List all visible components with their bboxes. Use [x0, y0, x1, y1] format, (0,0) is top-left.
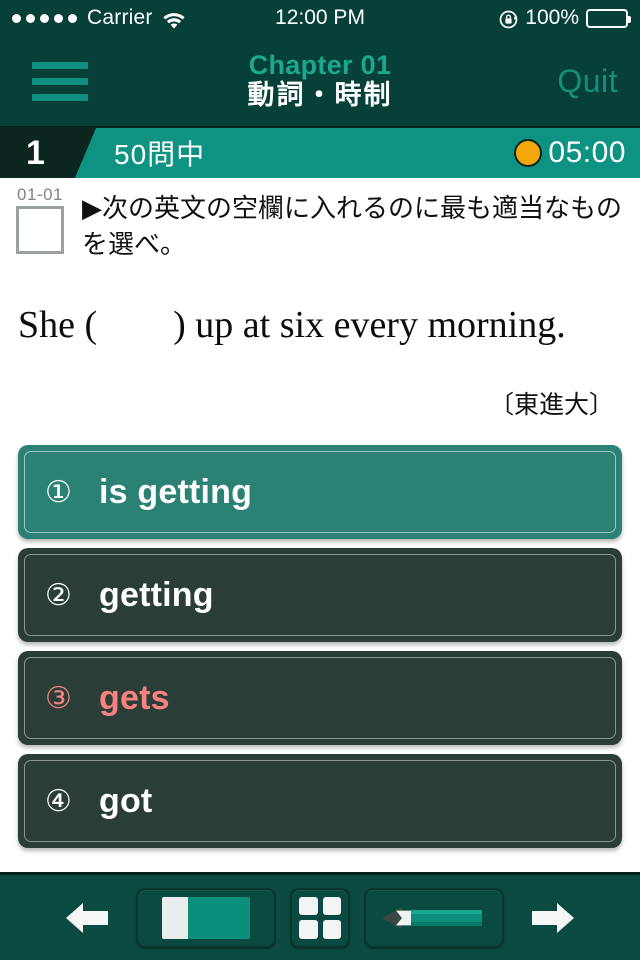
orange-circle-icon — [514, 139, 543, 167]
battery-icon — [586, 8, 631, 28]
status-bar: Carrier 12:00 PM 100% — [0, 0, 640, 36]
nav-bar: Chapter 01 動詞・時制 Quit — [0, 36, 640, 126]
choice-option-4[interactable]: ④ got — [18, 754, 622, 849]
app-root: Carrier 12:00 PM 100% Chapter 01 動詞・時制 Q… — [0, 0, 640, 960]
quit-button[interactable]: Quit — [557, 63, 618, 100]
choice-label: gets — [99, 678, 170, 717]
battery-percent-label: 100% — [525, 6, 579, 29]
question-bookmark-checkbox[interactable] — [16, 206, 64, 254]
choice-number: ① — [45, 474, 72, 510]
rotation-lock-icon — [499, 9, 518, 28]
question-number-value: 1 — [26, 133, 45, 172]
question-id-column: 01-01 — [12, 186, 82, 254]
status-bar-right: 100% — [499, 6, 631, 30]
arrow-right-icon[interactable] — [518, 899, 588, 937]
status-bar-left: Carrier — [12, 6, 185, 30]
wifi-icon — [162, 10, 185, 29]
choice-number: ④ — [45, 783, 72, 819]
choice-number: ② — [45, 577, 72, 613]
choice-label: getting — [99, 575, 214, 614]
choice-label: got — [99, 781, 153, 820]
choice-option-1[interactable]: ① is getting — [18, 445, 622, 540]
choice-option-2[interactable]: ② getting — [18, 548, 622, 643]
bottom-toolbar — [0, 872, 640, 960]
timer-group: 05:00 — [514, 136, 626, 170]
question-number-badge: 1 — [0, 128, 96, 178]
grid-view-icon[interactable] — [290, 887, 350, 948]
question-header: 01-01 ▶次の英文の空欄に入れるのに最も適当なものを選べ。 — [12, 186, 628, 264]
question-id-label: 01-01 — [17, 185, 63, 204]
question-sentence: She ( ) up at six every morning. — [18, 303, 566, 346]
pencil-icon[interactable] — [364, 887, 504, 948]
carrier-label: Carrier — [87, 6, 153, 29]
choice-list: ① is getting ② getting ③ gets ④ got — [0, 421, 640, 872]
question-total-label: 50問中 — [114, 139, 206, 170]
chapter-subtitle: 動詞・時制 — [247, 80, 393, 111]
choice-number: ③ — [45, 680, 72, 716]
chapter-title: Chapter 01 — [248, 50, 392, 81]
choice-option-3[interactable]: ③ gets — [18, 651, 622, 746]
hamburger-menu-icon[interactable] — [32, 61, 88, 101]
card-reveal-icon[interactable] — [136, 887, 276, 948]
signal-strength-dots — [12, 13, 77, 23]
arrow-left-icon[interactable] — [52, 899, 122, 937]
nav-title-group: Chapter 01 動詞・時制 — [0, 50, 640, 111]
progress-bar: 1 50問中 05:00 — [0, 126, 640, 178]
timer-value: 05:00 — [548, 136, 626, 169]
question-prompt: ▶次の英文の空欄に入れるのに最も適当なものを選べ。 — [82, 194, 622, 260]
choice-label: is getting — [99, 472, 253, 511]
question-source: 〔東進大〕 — [488, 390, 614, 420]
question-area: 01-01 ▶次の英文の空欄に入れるのに最も適当なものを選べ。 She ( ) … — [0, 178, 640, 422]
